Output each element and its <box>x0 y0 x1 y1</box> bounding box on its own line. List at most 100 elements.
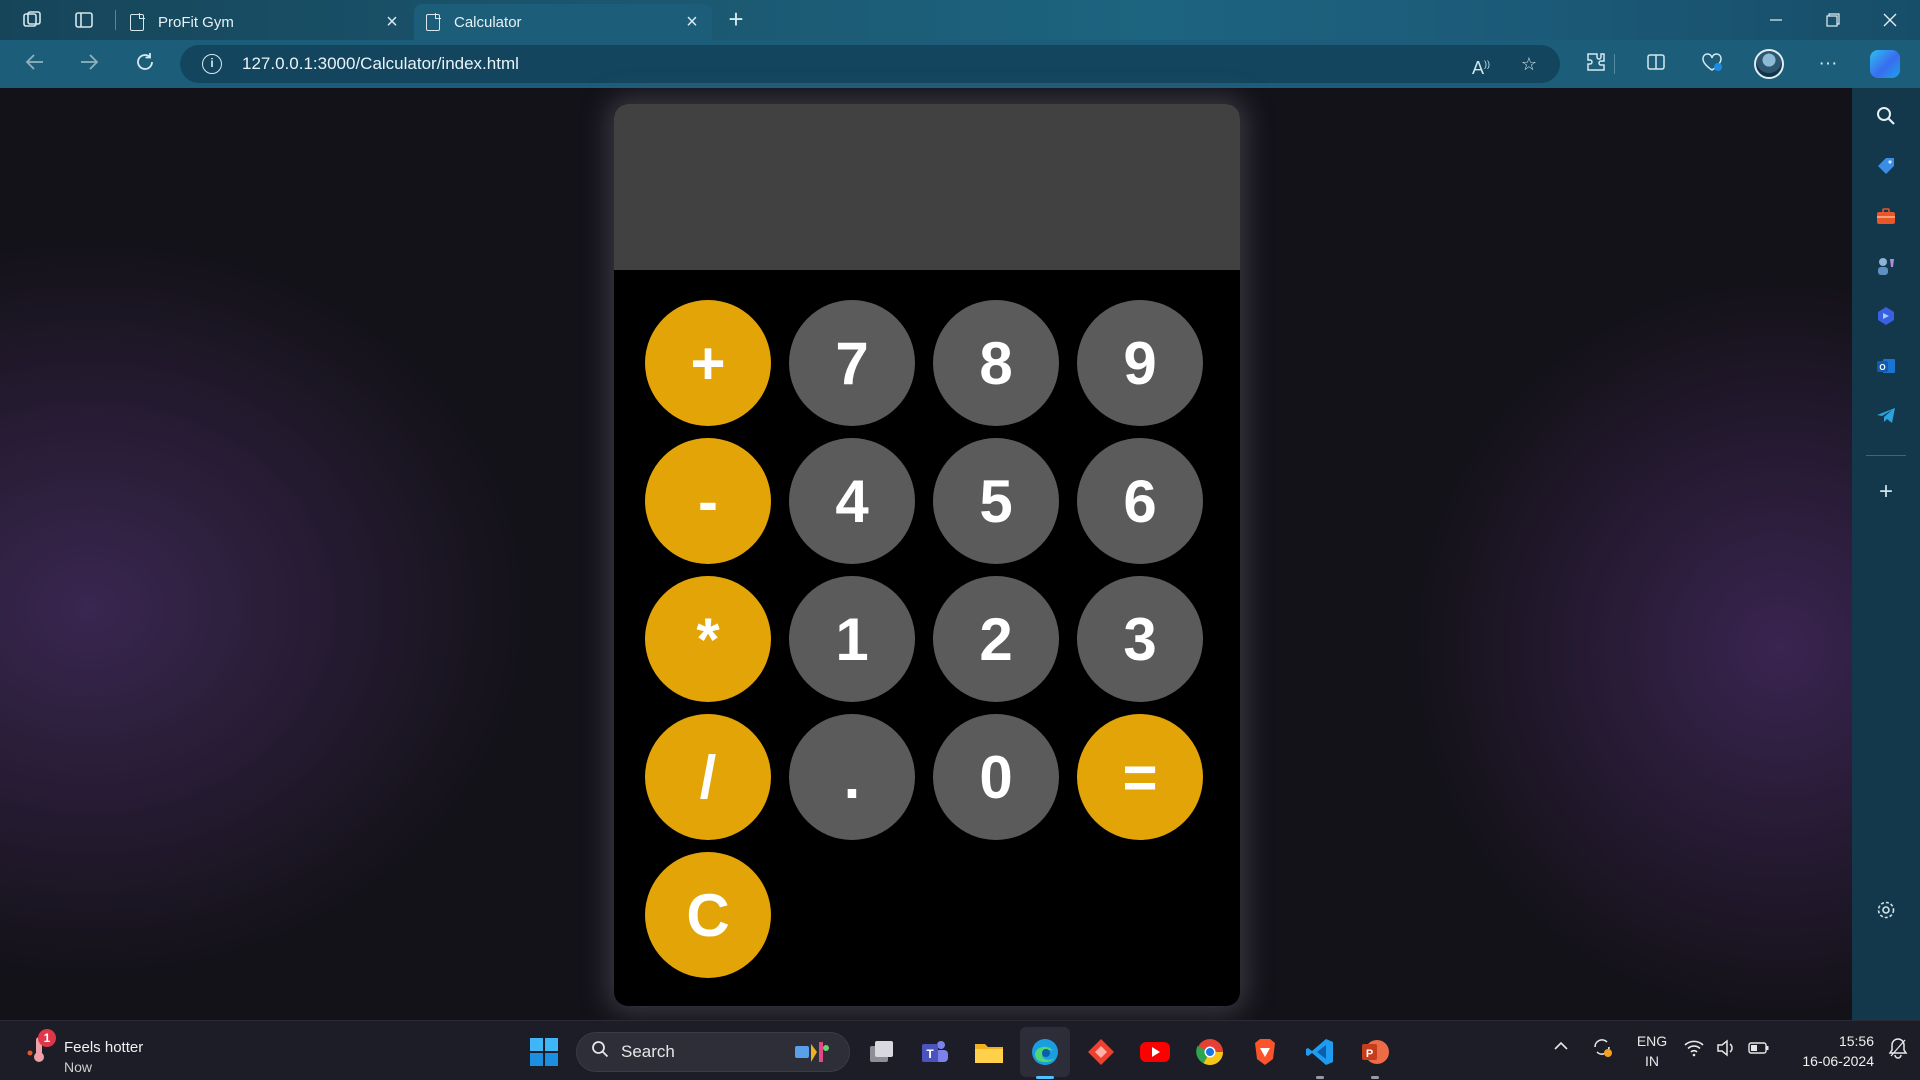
key-1[interactable]: 1 <box>789 576 915 702</box>
key-divide[interactable]: / <box>645 714 771 840</box>
tag-icon[interactable] <box>1872 152 1900 180</box>
search-highlight-icon <box>793 1040 829 1071</box>
key-equals[interactable]: = <box>1077 714 1203 840</box>
calculator-display <box>614 104 1240 270</box>
key-8[interactable]: 8 <box>933 300 1059 426</box>
key-9[interactable]: 9 <box>1077 300 1203 426</box>
clock-time: 15:56 <box>1838 1033 1874 1049</box>
key-3[interactable]: 3 <box>1077 576 1203 702</box>
search-label: Search <box>621 1042 675 1061</box>
taskbar-clock[interactable]: 15:56 16-06-2024 <box>1784 1031 1874 1071</box>
weather-alert-badge: 1 <box>38 1029 56 1047</box>
tab-profit-gym[interactable]: ProFit Gym × <box>118 4 412 40</box>
weather-widget[interactable]: 1 Feels hotter Now <box>26 1029 166 1075</box>
vertical-tabs-icon[interactable] <box>72 8 96 32</box>
powerpoint-running-indicator <box>1371 1076 1379 1079</box>
vscode-running-indicator <box>1316 1076 1324 1079</box>
profile-avatar[interactable] <box>1754 49 1784 79</box>
powerpoint-icon[interactable]: P <box>1358 1035 1392 1069</box>
page-icon <box>426 12 441 31</box>
favorite-star-icon[interactable]: ☆ <box>1516 52 1542 76</box>
language-code: ENG <box>1636 1033 1668 1049</box>
close-tab-icon[interactable]: × <box>682 12 702 32</box>
teams-icon[interactable]: T <box>918 1035 952 1069</box>
refresh-button[interactable] <box>130 50 160 78</box>
extensions-icon[interactable] <box>1582 51 1610 77</box>
games-icon[interactable] <box>1872 252 1900 280</box>
vscode-icon[interactable] <box>1303 1035 1337 1069</box>
key-multiply[interactable]: * <box>645 576 771 702</box>
restore-button[interactable] <box>1813 4 1853 36</box>
weather-subtitle: Now <box>64 1059 93 1075</box>
edge-icon[interactable] <box>1028 1035 1062 1069</box>
battery-icon[interactable] <box>1748 1040 1770 1060</box>
key-minus[interactable]: - <box>645 438 771 564</box>
more-options-icon[interactable]: ··· <box>1814 51 1842 77</box>
svg-text:P: P <box>1366 1048 1373 1060</box>
key-0[interactable]: 0 <box>933 714 1059 840</box>
tab-label: ProFit Gym <box>158 13 234 31</box>
edge-sidebar: O + <box>1852 88 1920 1020</box>
windows-taskbar: 1 Feels hotter Now Search T P ENG IN 15:… <box>0 1020 1920 1080</box>
task-view-icon[interactable] <box>864 1035 898 1069</box>
calculator: + 7 8 9 - 4 5 6 * 1 2 3 / . 0 = C <box>614 104 1240 1006</box>
wifi-icon[interactable] <box>1684 1039 1704 1061</box>
volume-icon[interactable] <box>1716 1039 1736 1061</box>
outlook-icon[interactable]: O <box>1872 352 1900 380</box>
page-icon <box>130 12 145 31</box>
search-icon[interactable] <box>1872 102 1900 130</box>
key-7[interactable]: 7 <box>789 300 915 426</box>
workspaces-icon[interactable] <box>20 8 44 32</box>
sync-icon[interactable] <box>1590 1035 1614 1063</box>
key-2[interactable]: 2 <box>933 576 1059 702</box>
svg-text:O: O <box>1879 363 1885 372</box>
file-explorer-icon[interactable] <box>972 1035 1006 1069</box>
svg-text:T: T <box>926 1047 934 1061</box>
language-indicator[interactable]: ENG IN <box>1634 1031 1670 1071</box>
tab-calculator[interactable]: Calculator × <box>414 4 712 40</box>
windows-start-icon[interactable] <box>527 1035 561 1069</box>
clock-date: 16-06-2024 <box>1802 1053 1874 1069</box>
address-bar[interactable]: i 127.0.0.1:3000/Calculator/index.html A… <box>180 45 1560 83</box>
minimize-button[interactable] <box>1756 4 1796 36</box>
key-4[interactable]: 4 <box>789 438 915 564</box>
notifications-icon[interactable] <box>1888 1037 1908 1063</box>
forward-button[interactable] <box>74 50 104 78</box>
key-6[interactable]: 6 <box>1077 438 1203 564</box>
close-tab-icon[interactable]: × <box>382 12 402 32</box>
briefcase-icon[interactable] <box>1872 202 1900 230</box>
copilot-icon[interactable] <box>1870 50 1900 78</box>
show-hidden-icons[interactable] <box>1552 1037 1570 1059</box>
copilot-designer-icon[interactable] <box>1872 302 1900 330</box>
read-aloud-icon[interactable]: A)) <box>1468 52 1494 78</box>
close-window-button[interactable] <box>1870 4 1910 36</box>
site-info-icon[interactable]: i <box>202 54 222 74</box>
taskbar-search[interactable]: Search <box>576 1032 850 1072</box>
url-text: 127.0.0.1:3000/Calculator/index.html <box>242 54 519 73</box>
key-5[interactable]: 5 <box>933 438 1059 564</box>
browser-toolbar: i 127.0.0.1:3000/Calculator/index.html A… <box>0 40 1920 88</box>
weather-title: Feels hotter <box>64 1039 144 1056</box>
toolbar-separator <box>1614 54 1615 74</box>
page-viewport: + 7 8 9 - 4 5 6 * 1 2 3 / . 0 = C <box>0 88 1852 1020</box>
new-tab-button[interactable]: + <box>722 6 750 34</box>
key-plus[interactable]: + <box>645 300 771 426</box>
back-button[interactable] <box>20 50 50 78</box>
telegram-icon[interactable] <box>1872 402 1900 430</box>
chrome-icon[interactable] <box>1193 1035 1227 1069</box>
browser-essentials-icon[interactable] <box>1698 51 1726 77</box>
key-clear[interactable]: C <box>645 852 771 978</box>
sidebar-separator <box>1866 455 1906 456</box>
add-icon[interactable]: + <box>1872 478 1900 506</box>
anydesk-icon[interactable] <box>1084 1035 1118 1069</box>
split-screen-icon[interactable] <box>1642 51 1670 77</box>
search-icon <box>591 1040 609 1064</box>
tab-label: Calculator <box>454 13 522 31</box>
edge-running-indicator <box>1036 1076 1054 1079</box>
tab-separator <box>115 10 116 30</box>
key-decimal[interactable]: . <box>789 714 915 840</box>
youtube-icon[interactable] <box>1138 1035 1172 1069</box>
brave-icon[interactable] <box>1248 1035 1282 1069</box>
browser-title-bar: ProFit Gym × Calculator × + <box>0 0 1920 40</box>
settings-icon[interactable] <box>1872 896 1900 924</box>
